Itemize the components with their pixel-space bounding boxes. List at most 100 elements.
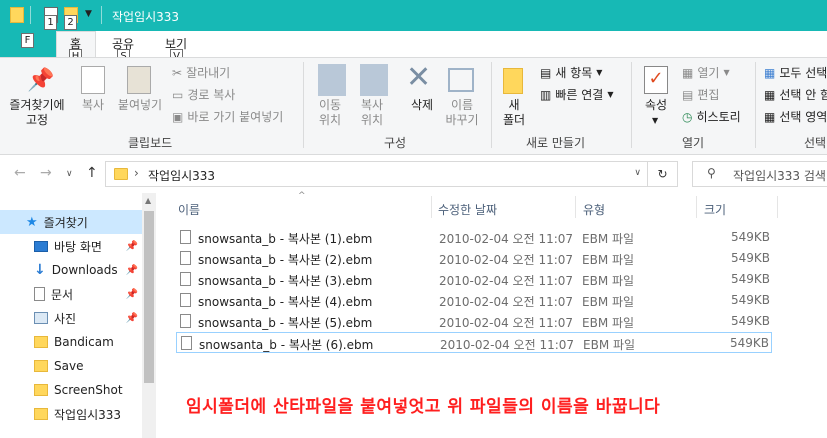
nav-item[interactable]: 문서 📌 — [0, 282, 142, 306]
file-name: snowsanta_b - 복사본 (2).ebm — [198, 253, 373, 267]
file-row[interactable]: snowsanta_b - 복사본 (5).ebm 2010-02-04 오전 1… — [176, 311, 772, 332]
customize-quick-access-icon[interactable]: ▼ — [85, 9, 92, 19]
picture-icon — [34, 312, 48, 324]
nav-item[interactable]: ↓ Downloads 📌 — [0, 258, 142, 282]
clipboard-group-label: 클립보드 — [128, 136, 173, 150]
copy-path-button[interactable]: ▭ 경로 복사 — [172, 86, 235, 103]
search-input[interactable]: ⚲ 작업임시333 검색 — [692, 161, 827, 187]
nav-quick-access[interactable]: ★ 즐겨찾기 — [0, 210, 142, 234]
paste-shortcut-button[interactable]: ▣ 바로 가기 붙여넣기 — [172, 108, 283, 125]
edit-button[interactable]: ▤ 편집 — [682, 86, 719, 103]
nav-item[interactable]: 작업임시333 — [0, 402, 142, 426]
new-folder-button[interactable]: 새 폴더 — [496, 98, 532, 128]
new-folder-icon — [503, 68, 523, 94]
new-item-icon: ▤ — [540, 65, 552, 80]
file-date: 2010-02-04 오전 11:07 — [439, 253, 574, 267]
file-row[interactable]: snowsanta_b - 복사본 (1).ebm 2010-02-04 오전 1… — [176, 227, 772, 248]
select-none-button[interactable]: ▦ 선택 안 함 — [764, 86, 827, 103]
file-row[interactable]: snowsanta_b - 복사본 (3).ebm 2010-02-04 오전 1… — [176, 269, 772, 290]
nav-item-label: Save — [54, 359, 84, 373]
nav-item-label: Downloads — [51, 263, 118, 277]
address-bar[interactable]: › 작업임시333 ∨ — [105, 161, 648, 187]
window-title: 작업임시333 — [112, 10, 180, 24]
nav-item[interactable]: 바탕 화면 📌 — [0, 234, 142, 258]
file-name: snowsanta_b - 복사본 (4).ebm — [198, 295, 373, 309]
properties-button[interactable]: 속성 — [638, 98, 674, 113]
file-type: EBM 파일 — [582, 274, 635, 288]
column-header-type[interactable]: 유형 — [583, 201, 605, 218]
file-date: 2010-02-04 오전 11:07 — [440, 338, 575, 352]
file-type: EBM 파일 — [582, 253, 635, 267]
breadcrumb-separator-icon[interactable]: › — [134, 166, 139, 180]
pin-to-quick-access-button[interactable]: 즐겨찾기에 고정 — [6, 98, 68, 128]
keytip-quick2: 2 — [64, 15, 77, 30]
star-icon: ★ — [26, 214, 38, 230]
breadcrumb-current[interactable]: 작업임시333 — [148, 167, 215, 184]
path-icon: ▭ — [172, 87, 184, 102]
refresh-button[interactable]: ↻ — [648, 161, 678, 187]
scrollbar-thumb[interactable] — [144, 211, 154, 383]
file-type: EBM 파일 — [583, 338, 636, 352]
back-arrow-icon[interactable]: ← — [14, 165, 26, 181]
file-row[interactable]: snowsanta_b - 복사본 (6).ebm 2010-02-04 오전 1… — [176, 332, 772, 353]
nav-item[interactable]: Save — [0, 354, 142, 378]
history-button[interactable]: ◷ 히스토리 — [682, 108, 741, 125]
pin-icon[interactable]: 📌 — [126, 265, 138, 276]
up-arrow-icon[interactable]: ↑ — [86, 165, 98, 181]
divider — [575, 196, 576, 218]
file-size: 549KB — [730, 272, 770, 286]
cut-button[interactable]: ✂ 잘라내기 — [172, 64, 230, 81]
copy-button[interactable]: 복사 — [78, 98, 108, 113]
file-row[interactable]: snowsanta_b - 복사본 (2).ebm 2010-02-04 오전 1… — [176, 248, 772, 269]
paste-icon — [127, 66, 151, 94]
chevron-down-icon[interactable]: ▼ — [652, 116, 658, 125]
nav-item[interactable]: ScreenShot — [0, 378, 142, 402]
file-name: snowsanta_b - 복사본 (6).ebm — [199, 338, 374, 352]
history-icon: ◷ — [682, 109, 693, 124]
file-name: snowsanta_b - 복사본 (5).ebm — [198, 316, 373, 330]
nav-item-label: Bandicam — [54, 335, 114, 349]
paste-button[interactable]: 붙여넣기 — [114, 98, 166, 113]
rename-button[interactable]: 이름 바꾸기 — [442, 98, 482, 128]
file-row[interactable]: snowsanta_b - 복사본 (4).ebm 2010-02-04 오전 1… — [176, 290, 772, 311]
chevron-down-icon[interactable]: ∨ — [634, 168, 641, 178]
pin-icon: 📌 — [27, 68, 55, 93]
delete-button[interactable]: 삭제 — [402, 98, 442, 113]
column-header-size[interactable]: 크기 — [704, 201, 726, 218]
select-all-button[interactable]: ▦ 모두 선택 — [764, 64, 827, 81]
scroll-up-icon[interactable]: ▲ — [145, 196, 151, 205]
move-to-icon — [318, 64, 346, 96]
select-none-icon: ▦ — [764, 87, 776, 102]
annotation-note: 임시폴더에 산타파일을 붙여넣엇고 위 파일들의 이름을 바꿉니다 — [186, 397, 661, 417]
open-icon: ▦ — [682, 65, 694, 80]
copy-to-button[interactable]: 복사 위치 — [352, 98, 392, 128]
pin-icon[interactable]: 📌 — [126, 289, 138, 300]
file-date: 2010-02-04 오전 11:07 — [439, 274, 574, 288]
file-name: snowsanta_b - 복사본 (3).ebm — [198, 274, 373, 288]
refresh-icon: ↻ — [657, 167, 668, 181]
nav-item[interactable]: Bandicam — [0, 330, 142, 354]
new-item-button[interactable]: ▤ 새 항목 ▼ — [540, 64, 602, 81]
document-icon — [34, 287, 45, 301]
nav-item[interactable]: 사진 📌 — [0, 306, 142, 330]
recent-locations-icon[interactable]: ∨ — [66, 169, 73, 179]
folder-icon — [34, 408, 48, 420]
folder-icon — [34, 336, 48, 348]
folder-icon — [114, 168, 128, 180]
move-to-button[interactable]: 이동 위치 — [310, 98, 350, 128]
pin-icon[interactable]: 📌 — [126, 313, 138, 324]
column-header-name[interactable]: 이름 — [178, 201, 200, 218]
file-size: 549KB — [730, 293, 770, 307]
file-icon — [180, 293, 191, 307]
desktop-icon — [34, 240, 48, 252]
title-bar: ▼ 1 2 작업임시333 — [0, 0, 827, 31]
nav-item-label: 바탕 화면 — [54, 239, 102, 254]
invert-selection-button[interactable]: ▦선택 영역 반전 — [764, 108, 827, 125]
easy-access-button[interactable]: ▥ 빠른 연결 ▼ — [540, 86, 613, 103]
divider — [303, 62, 304, 148]
forward-arrow-icon[interactable]: → — [40, 165, 52, 181]
open-button[interactable]: ▦ 열기 ▼ — [682, 64, 730, 81]
nav-scrollbar[interactable]: ▲ — [142, 193, 156, 438]
pin-icon[interactable]: 📌 — [126, 241, 138, 252]
column-header-date[interactable]: 수정한 날짜 — [438, 201, 497, 218]
